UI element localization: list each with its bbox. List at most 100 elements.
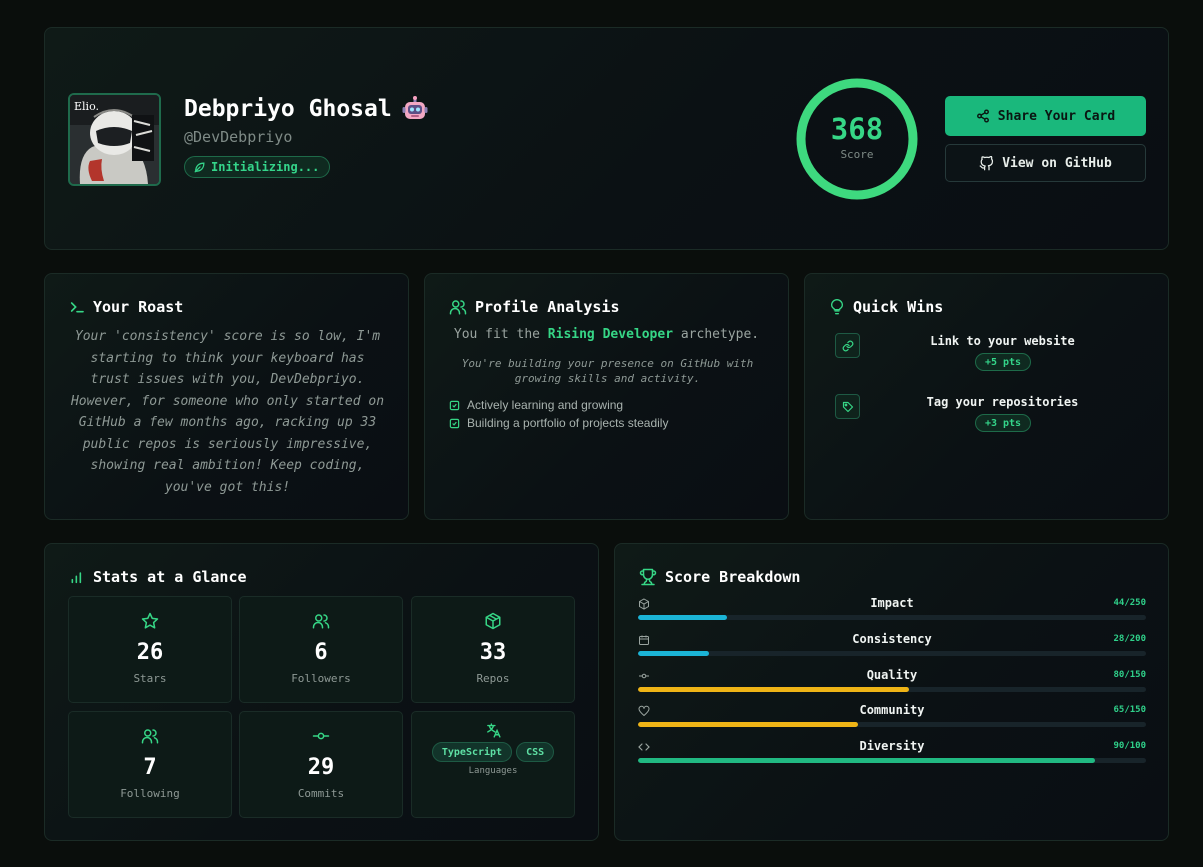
breakdown-track — [638, 687, 1146, 692]
breakdown-track — [638, 758, 1146, 763]
terminal-icon — [70, 302, 84, 313]
profile-handle: @DevDebpriyo — [184, 128, 293, 146]
avatar-image: Elio. — [70, 95, 159, 184]
stat-tile-commits: 29 Commits — [239, 711, 403, 818]
archetype-suffix: archetype. — [673, 327, 760, 342]
archetype-prefix: You fit the — [453, 327, 548, 342]
profile-analysis-card: Profile Analysis You fit the Rising Deve… — [424, 273, 789, 520]
stat-value: 26 — [136, 640, 164, 665]
breakdown-row-diversity: Diversity 90/100 — [638, 739, 1146, 765]
breakdown-name: Impact — [870, 596, 914, 610]
score-breakdown-card: Score Breakdown Impact 44/250 Consistenc… — [614, 543, 1169, 841]
trait-item: Actively learning and growing — [449, 398, 623, 412]
quick-win-icon-box — [835, 394, 860, 419]
stat-label: Following — [120, 787, 180, 800]
svg-text:Elio.: Elio. — [74, 100, 99, 113]
stat-tile-stars: 26 Stars — [68, 596, 232, 703]
stat-label: Stars — [133, 672, 167, 685]
breakdown-name: Quality — [866, 668, 918, 682]
breakdown-value: 44/250 — [1113, 598, 1146, 608]
view-github-label: View on GitHub — [1002, 155, 1112, 171]
archetype-line: You fit the Rising Developer archetype. — [425, 327, 788, 342]
score-label: Score — [840, 148, 874, 161]
stat-tile-following: 7 Following — [68, 711, 232, 818]
quick-wins-card: Quick Wins Link to your website +5 pts T… — [804, 273, 1169, 520]
users-icon — [449, 300, 467, 315]
users-icon — [312, 614, 330, 629]
roast-card: Your Roast Your 'consistency' score is s… — [44, 273, 409, 520]
stats-title: Stats at a Glance — [69, 568, 247, 586]
breakdown-value: 28/200 — [1113, 634, 1146, 644]
share-icon — [976, 109, 989, 123]
robot-emoji-icon — [402, 96, 428, 119]
trophy-icon — [639, 568, 657, 586]
breakdown-bar — [638, 758, 1096, 763]
quick-wins-title: Quick Wins — [829, 298, 943, 316]
breakdown-bar — [638, 651, 710, 656]
tag-icon — [842, 401, 853, 412]
breakdown-value: 80/150 — [1113, 670, 1146, 680]
profile-name-text: Debpriyo Ghosal — [184, 96, 392, 122]
lightbulb-icon — [830, 299, 844, 315]
breakdown-title-text: Score Breakdown — [665, 568, 801, 586]
breakdown-value: 90/100 — [1113, 741, 1146, 751]
score-value: 368 — [830, 112, 884, 146]
trait-item: Building a portfolio of projects steadil… — [449, 416, 668, 430]
stat-tile-repos: 33 Repos — [411, 596, 575, 703]
breakdown-title: Score Breakdown — [639, 568, 800, 586]
breakdown-row-impact: Impact 44/250 — [638, 596, 1146, 622]
users-icon — [141, 729, 159, 744]
view-github-button[interactable]: View on GitHub — [945, 144, 1146, 182]
stat-value: 6 — [314, 640, 328, 665]
star-icon — [141, 612, 159, 629]
stat-label: Commits — [297, 787, 345, 800]
stat-label: Repos — [476, 672, 510, 685]
languages-label: Languages — [468, 766, 518, 776]
language-pill: TypeScript — [431, 742, 513, 762]
roast-text: Your 'consistency' score is so low, I'm … — [70, 329, 385, 495]
breakdown-bar — [638, 722, 858, 727]
stat-value: 33 — [479, 640, 507, 665]
leaf-icon — [194, 162, 205, 172]
breakdown-track — [638, 651, 1146, 656]
commit-icon — [312, 732, 330, 740]
breakdown-name: Consistency — [852, 632, 932, 646]
translate-icon — [486, 723, 501, 738]
quick-wins-title-text: Quick Wins — [853, 298, 944, 316]
quick-win-icon-box — [835, 333, 860, 358]
breakdown-track — [638, 722, 1146, 727]
analysis-title-text: Profile Analysis — [475, 298, 620, 316]
breakdown-bar — [638, 615, 728, 620]
share-card-button[interactable]: Share Your Card — [945, 96, 1146, 136]
trait-label: Building a portfolio of projects steadil… — [467, 416, 669, 430]
link-icon — [842, 340, 853, 351]
breakdown-track — [638, 615, 1146, 620]
avatar: Elio. — [68, 93, 161, 186]
analysis-title: Profile Analysis — [449, 298, 620, 316]
breakdown-bar — [638, 687, 909, 692]
status-badge: Initializing... — [184, 156, 331, 178]
breakdown-row-quality: Quality 80/150 — [638, 668, 1146, 694]
share-card-label: Share Your Card — [997, 108, 1116, 124]
package-icon — [485, 612, 501, 630]
stats-title-text: Stats at a Glance — [93, 568, 247, 586]
status-badge-label: Initializing... — [211, 160, 320, 174]
stats-card: Stats at a Glance 26 Stars 6 Followers 3… — [44, 543, 599, 841]
check-square-icon — [449, 418, 460, 428]
check-square-icon — [449, 400, 460, 410]
roast-title-text: Your Roast — [93, 298, 184, 316]
archetype-description: You're building your presence on GitHub … — [461, 357, 754, 385]
breakdown-value: 65/150 — [1113, 705, 1146, 715]
github-icon — [979, 155, 994, 170]
quick-win-points: +5 pts — [975, 353, 1031, 371]
quick-win-points: +3 pts — [975, 414, 1031, 432]
breakdown-row-consistency: Consistency 28/200 — [638, 632, 1146, 658]
language-pill: CSS — [516, 742, 555, 762]
stat-tile-languages: TypeScript CSS Languages — [411, 711, 575, 818]
quick-win-label: Tag your repositories — [926, 395, 1079, 409]
bar-chart-icon — [71, 572, 82, 584]
profile-name: Debpriyo Ghosal — [184, 96, 428, 122]
stat-value: 7 — [143, 755, 157, 780]
stat-value: 29 — [307, 755, 335, 780]
stat-tile-followers: 6 Followers — [239, 596, 403, 703]
